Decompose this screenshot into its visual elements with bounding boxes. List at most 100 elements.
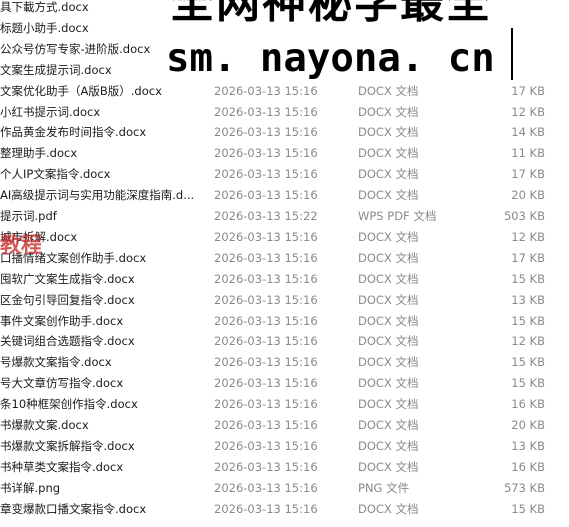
file-type: DOCX 文档: [358, 376, 419, 391]
file-type: DOCX 文档: [358, 188, 419, 203]
file-name: 个人IP文案指令.docx: [0, 167, 111, 182]
file-date: 2026-03-13 15:16: [214, 397, 318, 412]
file-size: 17 KB: [511, 83, 545, 98]
file-size: 20 KB: [511, 418, 545, 432]
file-size: 503 KB: [503, 209, 545, 223]
file-name: 号爆款文案指令.docx: [0, 355, 112, 370]
file-date: 2026-03-13 15:16: [214, 229, 318, 244]
file-name: AI高级提示词与实用功能深度指南.d...: [0, 188, 195, 203]
file-date: 2026-03-13 15:16: [214, 438, 318, 453]
file-size: 17 KB: [511, 250, 545, 265]
file-row[interactable]: 号大文章仿写指令.docx 2026-03-13 15:16 DOCX 文档 15 K…: [0, 373, 569, 394]
file-size: 573 KB: [503, 480, 545, 495]
file-name: 小红书提示词.docx: [0, 104, 101, 119]
file-size: 12 KB: [511, 334, 545, 349]
file-size: 12 KB: [511, 104, 545, 119]
file-size: 13 KB: [511, 438, 545, 453]
file-date: 2026-03-13 15:16: [214, 188, 318, 203]
file-date: 2026-03-13 15:16: [214, 271, 318, 286]
file-type: DOCX 文档: [358, 418, 419, 432]
file-row[interactable]: 文案优化助手（A版B版）.docx 2026-03-13 15:16 DOCX 文档…: [0, 81, 569, 102]
file-date: 2026-03-13 15:16: [214, 83, 318, 98]
file-row[interactable]: 条10种框架创作指令.docx 2026-03-13 15:16 DOCX 文档 16…: [0, 394, 569, 415]
file-name: 整理助手.docx: [0, 146, 78, 161]
file-row[interactable]: 整理助手.docx 2026-03-13 15:16 DOCX 文档 11 KB: [0, 143, 569, 164]
file-size: 11 KB: [511, 146, 545, 161]
file-date: 2026-03-13 15:16: [214, 313, 318, 328]
file-type: DOCX 文档: [358, 501, 419, 516]
watermark-url: sm. nayona. cn: [166, 36, 495, 81]
file-row[interactable]: 关键词组合选题指令.docx 2026-03-13 15:16 DOCX 文档 12 …: [0, 331, 569, 352]
file-name: 号大文章仿写指令.docx: [0, 376, 124, 391]
file-type: DOCX 文档: [358, 146, 419, 161]
file-row[interactable]: 口播情绪文案创作助手.docx 2026-03-13 15:16 DOCX 文档 17…: [0, 248, 569, 269]
file-row[interactable]: 提示词.pdf 2026-03-13 15:22 WPS PDF 文档 503 KB: [0, 206, 569, 227]
watermark-headline: 全网神秘学最全: [170, 0, 492, 28]
file-size: 16 KB: [511, 397, 545, 412]
file-date: 2026-03-13 15:16: [214, 104, 318, 119]
file-row[interactable]: 作品黄金发布时间指令.docx 2026-03-13 15:16 DOCX 文档 14…: [0, 122, 569, 143]
file-name: 书种草类文案指令.docx: [0, 459, 124, 474]
file-type: DOCX 文档: [358, 438, 419, 453]
file-date: 2026-03-13 15:22: [214, 209, 318, 223]
file-name: 书爆款文案拆解指令.docx: [0, 438, 135, 453]
file-row[interactable]: 城市拆解.docx 2026-03-13 15:16 DOCX 文档 12 KB: [0, 227, 569, 248]
file-date: 2026-03-13 15:16: [214, 418, 318, 432]
file-size: 15 KB: [511, 271, 545, 286]
file-name: 提示词.pdf: [0, 209, 57, 223]
file-name: 区金句引导回复指令.docx: [0, 292, 135, 307]
file-date: 2026-03-13 15:16: [214, 501, 318, 516]
file-name: 作品黄金发布时间指令.docx: [0, 125, 147, 140]
file-size: 15 KB: [511, 376, 545, 391]
file-date: 2026-03-13 15:16: [214, 355, 318, 370]
file-size: 16 KB: [511, 459, 545, 474]
file-size: 14 KB: [511, 125, 545, 140]
watermark-tag: 教程: [0, 233, 42, 257]
file-row[interactable]: 囤软广文案生成指令.docx 2026-03-13 15:16 DOCX 文档 15 …: [0, 269, 569, 290]
file-row[interactable]: AI高级提示词与实用功能深度指南.d... 2026-03-13 15:16 DOC…: [0, 185, 569, 206]
file-row[interactable]: 个人IP文案指令.docx 2026-03-13 15:16 DOCX 文档 17 K…: [0, 164, 569, 185]
file-type: DOCX 文档: [358, 83, 419, 98]
file-size: 15 KB: [511, 355, 545, 370]
file-type: DOCX 文档: [358, 104, 419, 119]
file-row[interactable]: 事件文案创作助手.docx 2026-03-13 15:16 DOCX 文档 15 K…: [0, 311, 569, 332]
file-type: DOCX 文档: [358, 125, 419, 140]
file-type: PNG 文件: [358, 480, 410, 495]
file-type: DOCX 文档: [358, 292, 419, 307]
file-date: 2026-03-13 15:16: [214, 376, 318, 391]
file-type: DOCX 文档: [358, 355, 419, 370]
file-size: 17 KB: [511, 167, 545, 182]
file-row[interactable]: 章变爆款口播文案指令.docx 2026-03-13 15:16 DOCX 文档 15…: [0, 499, 569, 520]
file-date: 2026-03-13 15:16: [214, 334, 318, 349]
file-name: 书爆款文案.docx: [0, 418, 89, 432]
file-type: DOCX 文档: [358, 334, 419, 349]
file-type: DOCX 文档: [358, 229, 419, 244]
file-date: 2026-03-13 15:16: [214, 459, 318, 474]
file-row[interactable]: 书种草类文案指令.docx 2026-03-13 15:16 DOCX 文档 16 K…: [0, 457, 569, 478]
file-row[interactable]: 书爆款文案拆解指令.docx 2026-03-13 15:16 DOCX 文档 13 …: [0, 436, 569, 457]
file-row[interactable]: 书详解.png 2026-03-13 15:16 PNG 文件 573 KB: [0, 478, 569, 499]
text-cursor: [511, 28, 513, 80]
file-name: 书详解.png: [0, 480, 61, 495]
file-type: DOCX 文档: [358, 313, 419, 328]
file-size: 13 KB: [511, 292, 545, 307]
file-date: 2026-03-13 15:16: [214, 125, 318, 140]
file-name: 条10种框架创作指令.docx: [0, 397, 138, 412]
file-size: 12 KB: [511, 229, 545, 244]
file-type: DOCX 文档: [358, 459, 419, 474]
file-size: 15 KB: [511, 501, 545, 516]
file-row[interactable]: 书爆款文案.docx 2026-03-13 15:16 DOCX 文档 20 KB: [0, 415, 569, 436]
file-row[interactable]: 号爆款文案指令.docx 2026-03-13 15:16 DOCX 文档 15 KB: [0, 352, 569, 373]
file-name: 章变爆款口播文案指令.docx: [0, 501, 147, 516]
file-type: DOCX 文档: [358, 271, 419, 286]
file-date: 2026-03-13 15:16: [214, 292, 318, 307]
file-type: DOCX 文档: [358, 167, 419, 182]
file-name: 关键词组合选题指令.docx: [0, 334, 135, 349]
file-date: 2026-03-13 15:16: [214, 167, 318, 182]
file-row[interactable]: 区金句引导回复指令.docx 2026-03-13 15:16 DOCX 文档 13 …: [0, 290, 569, 311]
file-date: 2026-03-13 15:16: [214, 250, 318, 265]
file-name: 文案优化助手（A版B版）.docx: [0, 83, 162, 98]
file-size: 15 KB: [511, 313, 545, 328]
file-type: DOCX 文档: [358, 250, 419, 265]
file-row[interactable]: 小红书提示词.docx 2026-03-13 15:16 DOCX 文档 12 KB: [0, 102, 569, 123]
